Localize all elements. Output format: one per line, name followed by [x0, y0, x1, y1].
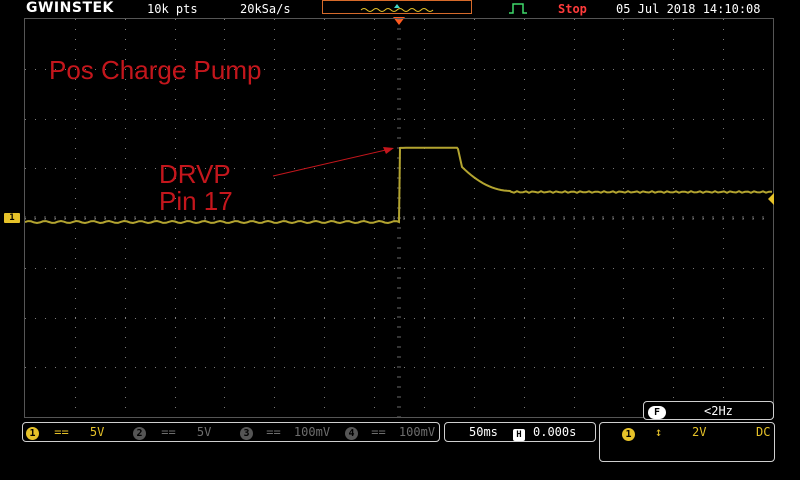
- trigger-level-marker[interactable]: [768, 193, 774, 205]
- trigger-source-badge: 1: [622, 428, 635, 441]
- annotation-arrow: [272, 147, 394, 177]
- brand-logo: GWINSTEK: [26, 0, 114, 16]
- channel-4-scale[interactable]: 4 == 100mV: [345, 425, 435, 440]
- trigger-settings[interactable]: 1 ↕ 2V DC: [599, 422, 775, 462]
- trigger-level: 2V: [692, 425, 707, 439]
- channel-4-badge: 4: [345, 427, 358, 440]
- frequency-badge: F: [648, 406, 666, 419]
- run-stop-status[interactable]: Stop: [558, 2, 587, 16]
- annotation-label-line2: Pin 17: [159, 186, 233, 216]
- channel-2-badge: 2: [133, 427, 146, 440]
- annotation-label-line1: DRVP: [159, 159, 231, 189]
- trigger-coupling: DC: [756, 425, 771, 439]
- trigger-slope-icon: ↕: [655, 425, 663, 439]
- memory-bar[interactable]: [322, 0, 472, 14]
- trigger-edge-icon: [509, 3, 527, 14]
- frequency-counter[interactable]: F <2Hz: [643, 401, 774, 420]
- sample-rate: 20kSa/s: [240, 2, 291, 16]
- channel-3-badge: 3: [240, 427, 253, 440]
- horizontal-position-icon: H: [513, 429, 525, 441]
- annotation-label: DRVP Pin 17: [159, 161, 233, 215]
- status-bar: GWINSTEK 10k pts 20kSa/s Stop 05 Jul 201…: [0, 0, 800, 18]
- channel-scale-bar[interactable]: 1 == 5V 2 == 5V 3 == 100mV 4 == 100mV: [22, 422, 440, 442]
- horizontal-settings[interactable]: 50ms H 0.000s: [444, 422, 596, 442]
- horizontal-position: 0.000s: [533, 425, 577, 439]
- date-time: 05 Jul 2018 14:10:08: [616, 2, 761, 16]
- channel1-ground-marker[interactable]: 1: [4, 213, 20, 223]
- timebase: 50ms: [469, 425, 498, 439]
- channel-3-scale[interactable]: 3 == 100mV: [240, 425, 330, 440]
- frequency-value: <2Hz: [704, 404, 733, 418]
- annotation-title: Pos Charge Pump: [49, 55, 262, 85]
- channel-1-badge: 1: [26, 427, 39, 440]
- memory-waveform-icon: [360, 4, 434, 12]
- channel-2-scale[interactable]: 2 == 5V: [133, 425, 211, 440]
- record-length: 10k pts: [147, 2, 198, 16]
- channel-1-scale[interactable]: 1 == 5V: [26, 425, 104, 440]
